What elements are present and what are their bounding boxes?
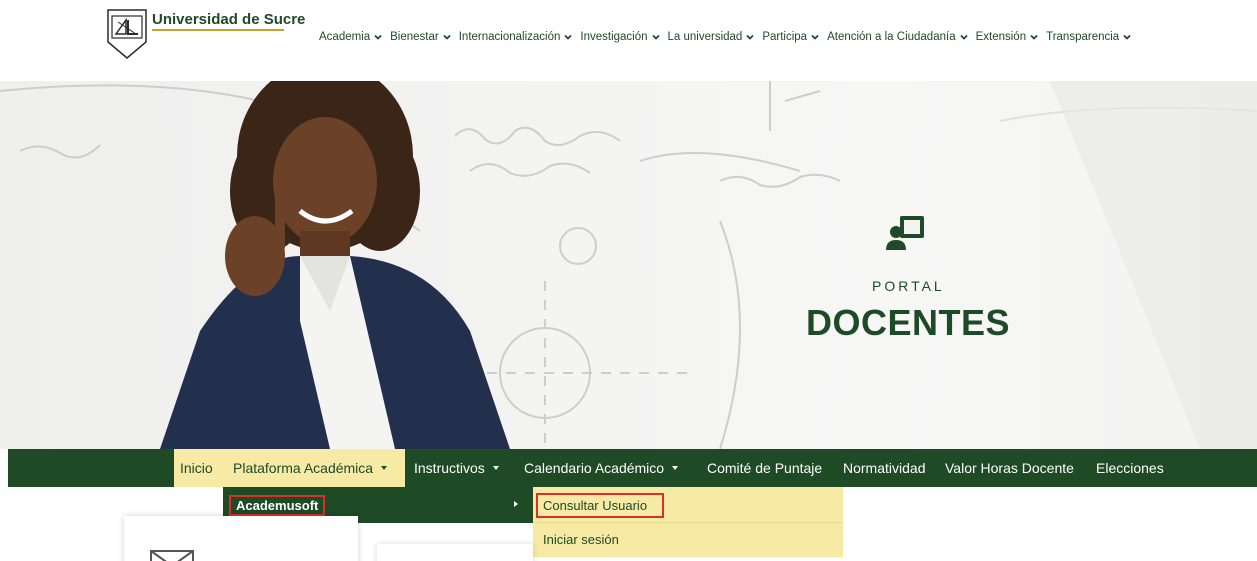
menu-label: Inicio <box>180 460 213 476</box>
chevron-down-icon <box>959 34 968 40</box>
chevron-down-icon <box>374 34 382 40</box>
menu-elecciones[interactable]: Elecciones <box>1096 449 1164 487</box>
portal-menu-bar: Inicio Plataforma Académica Instructivos… <box>8 449 1257 487</box>
menu-calendario-academico[interactable]: Calendario Académico <box>524 449 679 487</box>
divider <box>533 522 843 523</box>
caret-down-icon <box>672 466 679 470</box>
topnav-investigacion[interactable]: Investigación <box>580 31 660 43</box>
submenu-academusoft: Consultar Usuario Iniciar sesión <box>533 487 843 557</box>
submenu-item-consultar-usuario[interactable]: Consultar Usuario <box>536 493 664 518</box>
hero-person <box>160 81 510 449</box>
topnav-academia[interactable]: Academia <box>319 31 382 43</box>
teacher-board-icon <box>886 216 924 250</box>
menu-instructivos[interactable]: Instructivos <box>414 449 499 487</box>
menu-label: Plataforma Académica <box>233 460 374 476</box>
topnav-la-universidad[interactable]: La universidad <box>668 31 755 43</box>
chevron-down-icon <box>746 34 754 40</box>
menu-label: Valor Horas Docente <box>945 460 1074 476</box>
university-shield-logo[interactable] <box>106 8 148 60</box>
chevron-down-icon <box>564 34 573 40</box>
chevron-down-icon <box>443 34 451 40</box>
hero-subtitle: PORTAL <box>872 278 945 294</box>
content-card[interactable] <box>377 544 533 561</box>
topnav-label: Atención a la Ciudadanía <box>827 31 956 43</box>
topnav-label: Extensión <box>975 31 1027 43</box>
topnav-label: Academia <box>319 31 371 43</box>
menu-label: Elecciones <box>1096 460 1164 476</box>
brand-name[interactable]: Universidad de Sucre <box>152 11 305 28</box>
topnav-transparencia[interactable]: Transparencia <box>1046 31 1131 43</box>
caret-down-icon <box>381 466 388 470</box>
hero-title: DOCENTES <box>806 302 1011 343</box>
topnav-label: La universidad <box>667 31 743 43</box>
topnav-internacionalizacion[interactable]: Internacionalización <box>459 31 573 43</box>
topnav-bienestar[interactable]: Bienestar <box>390 31 451 43</box>
topnav-label: Participa <box>762 31 808 43</box>
topnav-label: Bienestar <box>390 31 439 43</box>
topnav-label: Transparencia <box>1046 31 1120 43</box>
topnav-participa[interactable]: Participa <box>762 31 819 43</box>
menu-label: Comité de Puntaje <box>707 460 823 476</box>
topnav-atencion-ciudadania[interactable]: Atención a la Ciudadanía <box>827 31 968 43</box>
menu-label: Calendario Académico <box>524 460 665 476</box>
menu-valor-horas-docente[interactable]: Valor Horas Docente <box>945 449 1074 487</box>
topnav-label: Internacionalización <box>458 31 561 43</box>
menu-normatividad[interactable]: Normatividad <box>843 449 925 487</box>
submenu-item-iniciar-sesion[interactable]: Iniciar sesión <box>543 532 619 547</box>
chevron-down-icon <box>651 34 660 40</box>
chevron-down-icon <box>1030 34 1038 40</box>
menu-inicio[interactable]: Inicio <box>174 449 225 487</box>
caret-right-icon <box>514 501 518 507</box>
submenu-item-academusoft[interactable]: Academusoft <box>229 495 326 516</box>
hero-banner: PORTAL DOCENTES <box>0 81 1257 449</box>
caret-down-icon <box>492 466 499 470</box>
topnav-label: Investigación <box>580 31 648 43</box>
chevron-down-icon <box>1123 34 1131 40</box>
topnav-extension[interactable]: Extensión <box>976 31 1039 43</box>
brand-underline <box>152 29 284 31</box>
menu-plataforma-academica[interactable]: Plataforma Académica <box>223 449 405 487</box>
menu-label: Instructivos <box>414 460 485 476</box>
chevron-down-icon <box>811 34 819 40</box>
hero-background-illustration <box>0 81 1257 449</box>
envelope-icon <box>150 550 194 561</box>
site-header: Universidad de Sucre Academia Bienestar … <box>0 0 1257 81</box>
menu-label: Normatividad <box>843 460 926 476</box>
content-card[interactable] <box>124 516 358 561</box>
top-navigation: Academia Bienestar Internacionalización … <box>319 31 1139 43</box>
menu-comite-puntaje[interactable]: Comité de Puntaje <box>707 449 822 487</box>
